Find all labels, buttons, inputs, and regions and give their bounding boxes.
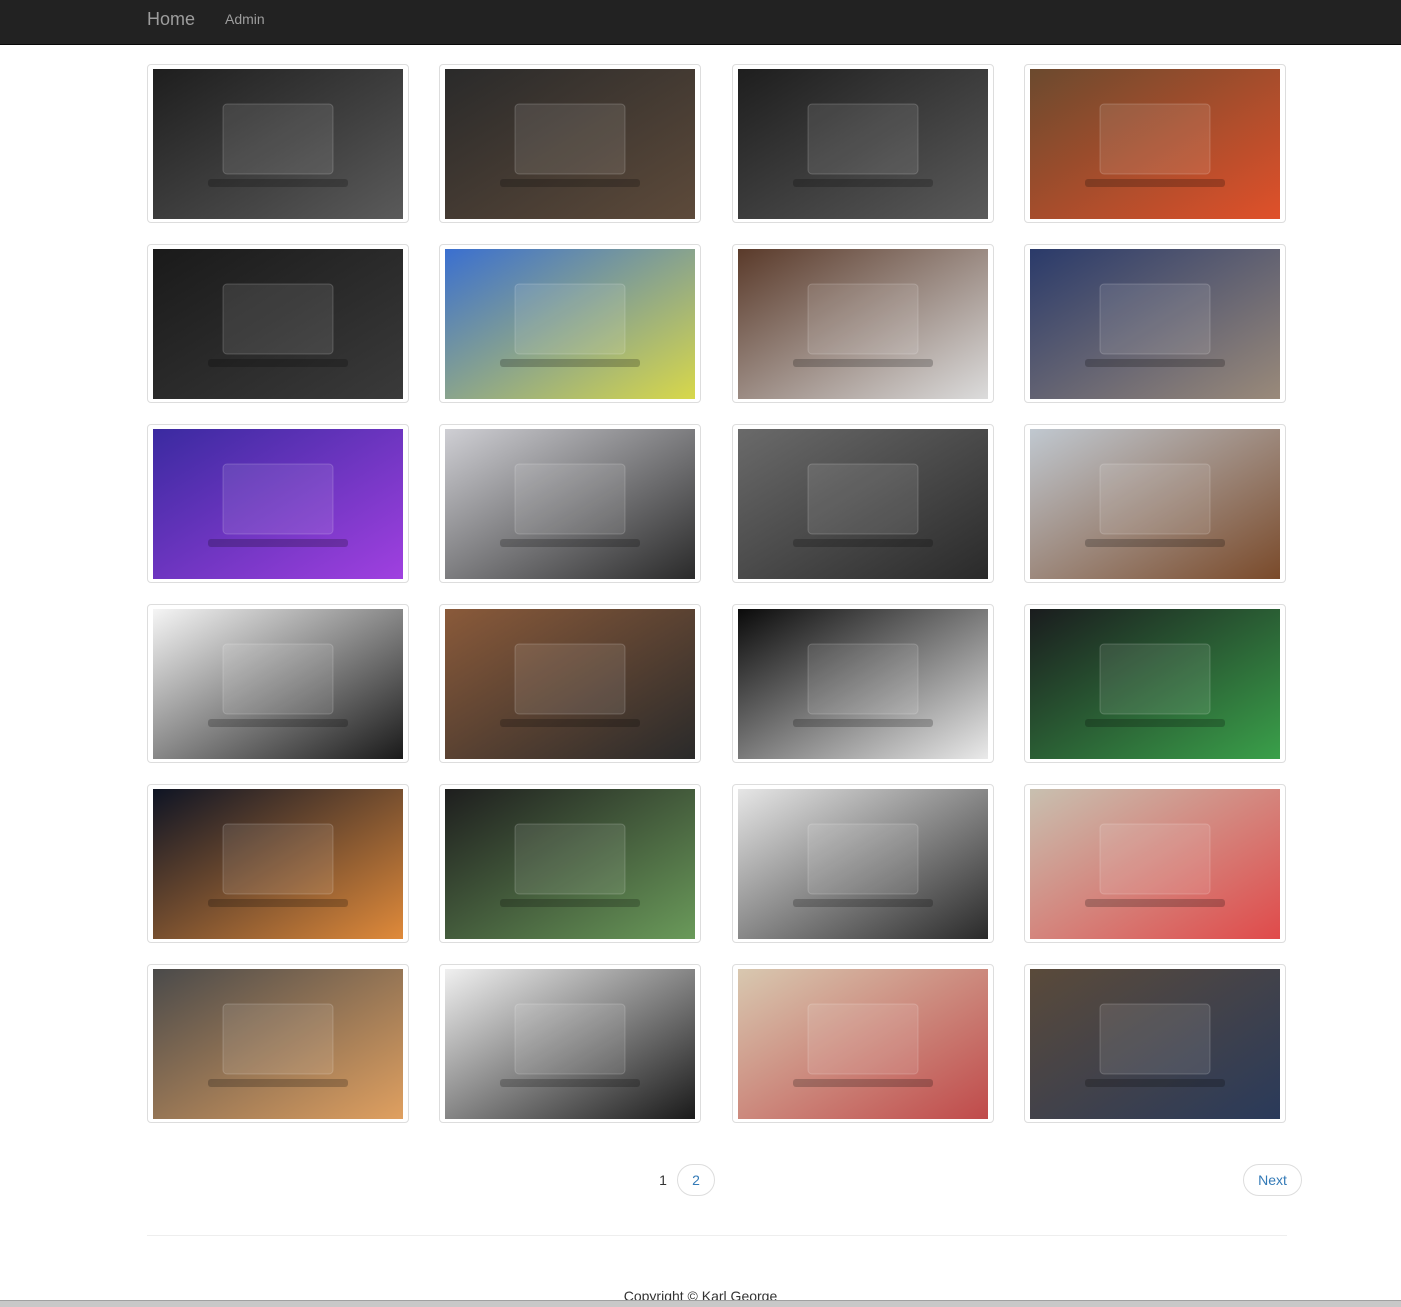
gallery-thumbnail[interactable] [147, 64, 409, 223]
thumbnail-image [738, 969, 988, 1119]
thumbnail-image [153, 249, 403, 399]
thumbnail-image [1030, 609, 1280, 759]
thumbnail-image [1030, 429, 1280, 579]
thumbnail-image [445, 789, 695, 939]
thumbnail-image [738, 609, 988, 759]
thumbnail-image [153, 789, 403, 939]
gallery-thumbnail[interactable] [732, 424, 994, 583]
thumbnail-image [445, 429, 695, 579]
page-2-button[interactable]: 2 [677, 1164, 715, 1196]
gallery-thumbnail[interactable] [732, 64, 994, 223]
thumbnail-image [1030, 249, 1280, 399]
gallery-thumbnail[interactable] [1024, 604, 1286, 763]
thumbnail-image [153, 429, 403, 579]
thumbnail-image [1030, 69, 1280, 219]
page-current: 1 [659, 1172, 667, 1188]
thumbnail-image [153, 609, 403, 759]
gallery-thumbnail[interactable] [1024, 784, 1286, 943]
footer-divider [147, 1235, 1287, 1236]
gallery-thumbnail[interactable] [1024, 64, 1286, 223]
gallery-thumbnail[interactable] [732, 964, 994, 1123]
thumbnail-image [445, 609, 695, 759]
thumbnail-image [153, 69, 403, 219]
thumbnail-image [738, 789, 988, 939]
gallery-thumbnail[interactable] [732, 784, 994, 943]
thumbnail-image [1030, 789, 1280, 939]
thumbnail-image [153, 969, 403, 1119]
gallery-thumbnail[interactable] [147, 424, 409, 583]
gallery-thumbnail[interactable] [732, 604, 994, 763]
gallery-thumbnail[interactable] [439, 604, 701, 763]
gallery-thumbnail[interactable] [147, 244, 409, 403]
gallery-thumbnail[interactable] [439, 244, 701, 403]
thumbnail-image [738, 69, 988, 219]
image-gallery [0, 0, 1401, 1130]
gallery-thumbnail[interactable] [1024, 244, 1286, 403]
gallery-thumbnail[interactable] [439, 784, 701, 943]
gallery-thumbnail[interactable] [732, 244, 994, 403]
thumbnail-image [1030, 969, 1280, 1119]
gallery-thumbnail[interactable] [147, 964, 409, 1123]
thumbnail-image [445, 969, 695, 1119]
thumbnail-image [445, 249, 695, 399]
gallery-thumbnail[interactable] [147, 604, 409, 763]
thumbnail-image [445, 69, 695, 219]
gallery-thumbnail[interactable] [439, 64, 701, 223]
gallery-thumbnail[interactable] [1024, 964, 1286, 1123]
next-page-button[interactable]: Next [1243, 1164, 1302, 1196]
gallery-thumbnail[interactable] [439, 424, 701, 583]
thumbnail-image [738, 429, 988, 579]
thumbnail-image [738, 249, 988, 399]
gallery-thumbnail[interactable] [147, 784, 409, 943]
gallery-thumbnail[interactable] [439, 964, 701, 1123]
gallery-thumbnail[interactable] [1024, 424, 1286, 583]
